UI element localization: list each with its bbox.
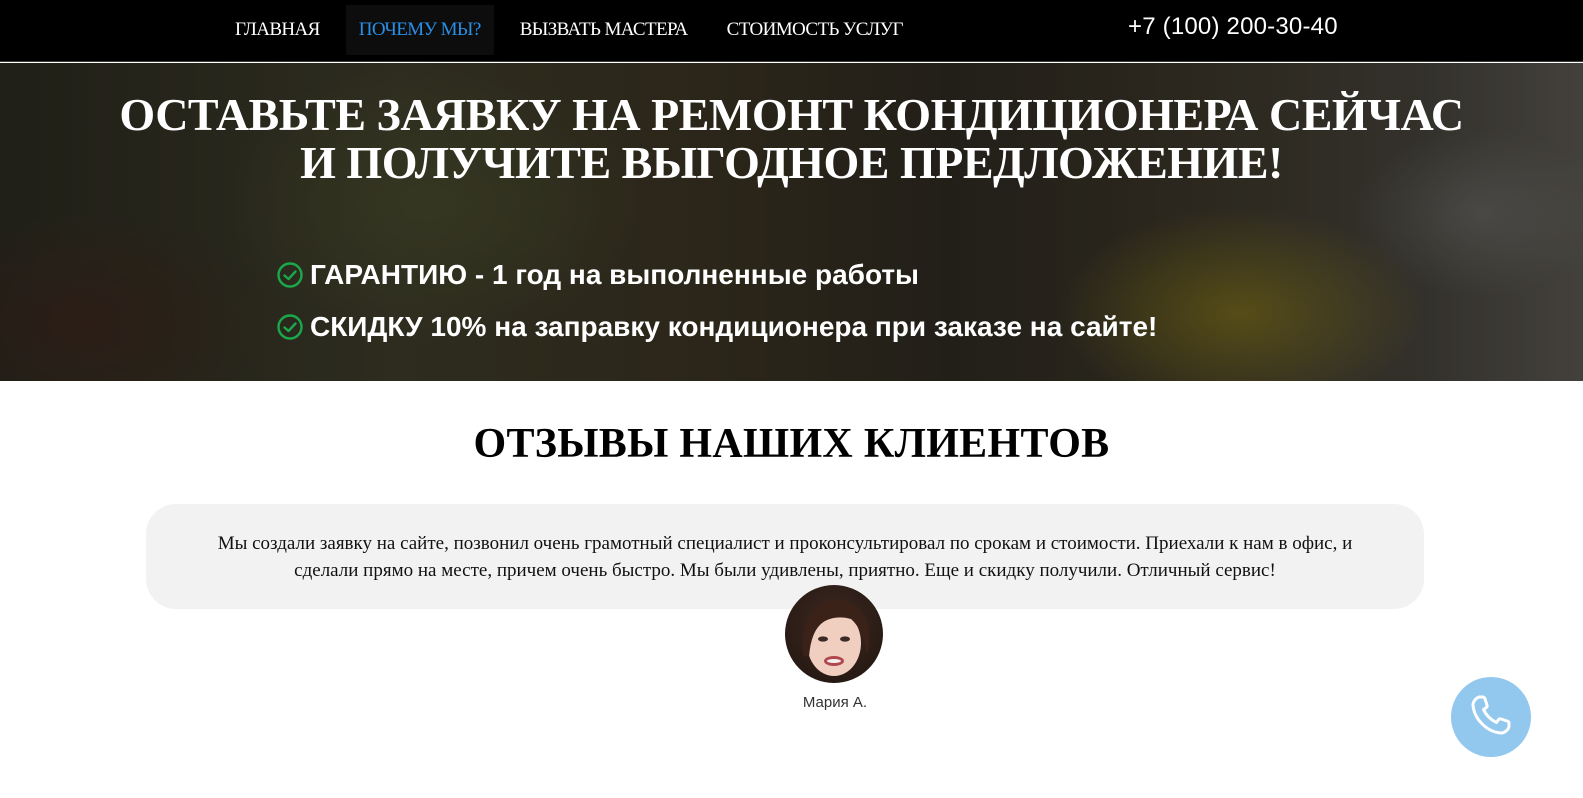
check-circle-icon xyxy=(276,261,304,289)
benefit-item-warranty: ГАРАНТИЮ - 1 год на выполненные работы xyxy=(276,249,1157,301)
review-text: Мы создали заявку на сайте, позвонил оче… xyxy=(217,532,1353,581)
nav-item-call-master[interactable]: ВЫЗВАТЬ МАСТЕРА xyxy=(507,5,701,55)
reviews-section-title: ОТЗЫВЫ НАШИХ КЛИЕНТОВ xyxy=(473,421,1110,467)
benefit-text: ГАРАНТИЮ - 1 год на выполненные работы xyxy=(310,259,919,290)
nav-item-why-us[interactable]: ПОЧЕМУ МЫ? xyxy=(345,5,494,55)
nav-item-prices[interactable]: СТОИМОСТЬ УСЛУГ xyxy=(714,5,916,55)
hero-title-line-1: ОСТАВЬТЕ ЗАЯВКУ НА РЕМОНТ КОНДИЦИОНЕРА С… xyxy=(119,89,1464,140)
reviewer-name: Мария А. xyxy=(802,694,868,711)
hero-title: ОСТАВЬТЕ ЗАЯВКУ НА РЕМОНТ КОНДИЦИОНЕРА С… xyxy=(0,91,1583,187)
check-circle-icon xyxy=(276,313,304,341)
nav-menu: ГЛАВНАЯ ПОЧЕМУ МЫ? ВЫЗВАТЬ МАСТЕРА СТОИМ… xyxy=(222,5,929,55)
hero-benefits-list: ГАРАНТИЮ - 1 год на выполненные работы С… xyxy=(276,249,1157,353)
review-card: Мы создали заявку на сайте, позвонил оче… xyxy=(146,504,1424,609)
reviewer-avatar xyxy=(785,585,883,683)
nav-item-home[interactable]: ГЛАВНАЯ xyxy=(222,5,333,55)
phone-number-link[interactable]: +7 (100) 200-30-40 xyxy=(1128,13,1338,41)
hero-banner: ОСТАВЬТЕ ЗАЯВКУ НА РЕМОНТ КОНДИЦИОНЕРА С… xyxy=(0,63,1583,381)
top-navbar: ГЛАВНАЯ ПОЧЕМУ МЫ? ВЫЗВАТЬ МАСТЕРА СТОИМ… xyxy=(0,0,1583,62)
floating-call-button[interactable] xyxy=(1451,677,1531,757)
benefit-item-discount: СКИДКУ 10% на заправку кондиционера при … xyxy=(276,301,1157,353)
benefit-text: СКИДКУ 10% на заправку кондиционера при … xyxy=(310,311,1158,342)
hero-title-line-2: И ПОЛУЧИТЕ ВЫГОДНОЕ ПРЕДЛОЖЕНИЕ! xyxy=(300,137,1283,188)
phone-icon xyxy=(1466,690,1516,745)
